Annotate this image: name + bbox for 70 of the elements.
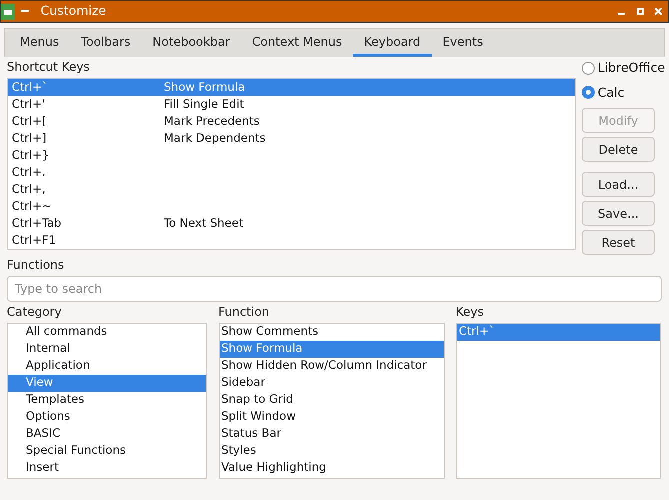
shortcut-keys-list[interactable]: Ctrl+` Show Formula Ctrl+' Fill Single Edit Ctrl+[ Mark Precedents Ctrl+] Mark Dependents Ctrl+} Ctrl+. Ctrl+, Ctrl+~ Ctrl+Tab To Next Sheet Ctrl+F1 bbox=[7, 78, 576, 250]
tab[interactable]: Events bbox=[432, 29, 494, 57]
list-item[interactable]: All commands bbox=[8, 324, 206, 340]
section-label: Functions bbox=[7, 258, 66, 273]
section-label: Shortcut Keys bbox=[7, 58, 91, 76]
list-row[interactable]: Ctrl+Tab To Next Sheet bbox=[8, 214, 576, 232]
list-item[interactable]: View bbox=[8, 374, 206, 392]
function-name: Mark Precedents bbox=[164, 112, 260, 130]
function-name: Show Formula bbox=[164, 78, 246, 96]
maximize-icon[interactable] bbox=[636, 8, 644, 15]
shortcut-key: Ctrl+Tab bbox=[8, 214, 164, 232]
list-item[interactable]: Styles bbox=[220, 442, 444, 460]
list-item[interactable]: Snap to Grid bbox=[220, 392, 444, 408]
shortcut-key: Ctrl+~ bbox=[8, 198, 164, 215]
list-item[interactable]: Application bbox=[8, 358, 206, 374]
list-item[interactable]: Value Highlighting bbox=[220, 460, 444, 476]
shortcut-key: Ctrl+' bbox=[8, 96, 164, 113]
list-row[interactable]: Ctrl+. bbox=[8, 164, 576, 181]
list-item[interactable]: Insert bbox=[8, 460, 206, 476]
list-item[interactable]: Show Formula bbox=[220, 340, 444, 358]
shortcut-key: Ctrl+` bbox=[8, 78, 164, 96]
close-icon[interactable] bbox=[655, 8, 662, 15]
dialog-button[interactable]: Save... bbox=[582, 201, 655, 226]
list-row[interactable]: Ctrl+~ bbox=[8, 198, 576, 215]
app-icon bbox=[1, 4, 15, 20]
list-row[interactable]: Ctrl+` Show Formula bbox=[8, 78, 576, 96]
dialog-button[interactable]: Load... bbox=[582, 172, 655, 197]
shortcut-key: Ctrl+F1 bbox=[8, 232, 164, 249]
category-list[interactable]: All commands Internal Application View Templates Options BASIC Special Functions Insert bbox=[7, 322, 207, 478]
shortcut-key: Ctrl+. bbox=[8, 164, 164, 181]
shortcut-key: Ctrl+[ bbox=[8, 112, 164, 130]
keys-list[interactable]: Ctrl+` bbox=[456, 322, 661, 478]
search-field[interactable]: Type to search bbox=[7, 276, 662, 302]
tab[interactable]: Toolbars bbox=[70, 29, 142, 57]
tab[interactable]: Menus bbox=[9, 29, 70, 57]
function-name: Fill Single Edit bbox=[164, 96, 244, 113]
list-item[interactable]: Ctrl+` bbox=[457, 324, 660, 340]
shortcut-key: Ctrl+, bbox=[8, 180, 164, 198]
function-name: To Next Sheet bbox=[164, 214, 244, 232]
function-list[interactable]: Show Comments Show Formula Show Hidden Row/Column Indicator Sidebar Snap to Grid Split Window Status Bar Styles Value Highlighting bbox=[218, 322, 444, 478]
list-item[interactable]: BASIC bbox=[8, 426, 206, 442]
shortcut-key: Ctrl+] bbox=[8, 130, 164, 147]
column-label: Category bbox=[7, 304, 63, 320]
radio-option[interactable]: Calc bbox=[582, 84, 625, 102]
shortcut-key: Ctrl+} bbox=[8, 146, 164, 164]
list-row[interactable]: Ctrl+[ Mark Precedents bbox=[8, 112, 576, 130]
window-title: Customize bbox=[40, 2, 106, 20]
list-item[interactable]: Internal bbox=[8, 340, 206, 358]
list-row[interactable]: Ctrl+, bbox=[8, 180, 576, 198]
list-item[interactable]: Sidebar bbox=[220, 374, 444, 392]
list-row[interactable]: Ctrl+F1 bbox=[8, 232, 576, 249]
list-row[interactable]: Ctrl+} bbox=[8, 146, 576, 164]
dialog-button[interactable]: Reset bbox=[582, 230, 655, 255]
list-item[interactable]: Show Hidden Row/Column Indicator bbox=[220, 358, 444, 374]
list-item[interactable]: Options bbox=[8, 408, 206, 426]
tab[interactable]: Context Menus bbox=[241, 29, 354, 57]
list-item[interactable]: Templates bbox=[8, 392, 206, 408]
list-item[interactable]: Special Functions bbox=[8, 442, 206, 460]
list-item[interactable]: Status Bar bbox=[220, 426, 444, 442]
list-row[interactable]: Ctrl+' Fill Single Edit bbox=[8, 96, 576, 113]
list-row[interactable]: Ctrl+] Mark Dependents bbox=[8, 130, 576, 147]
tab[interactable]: Notebookbar bbox=[142, 29, 242, 57]
dialog-button[interactable]: Delete bbox=[582, 137, 655, 162]
radio-option[interactable]: LibreOffice bbox=[582, 59, 666, 78]
list-item[interactable]: Split Window bbox=[220, 408, 444, 426]
column-label: Function bbox=[218, 304, 271, 320]
list-item[interactable]: Show Comments bbox=[220, 324, 444, 340]
tab[interactable]: Keyboard bbox=[353, 29, 432, 57]
column-label: Keys bbox=[456, 304, 486, 320]
function-name: Mark Dependents bbox=[164, 130, 266, 147]
